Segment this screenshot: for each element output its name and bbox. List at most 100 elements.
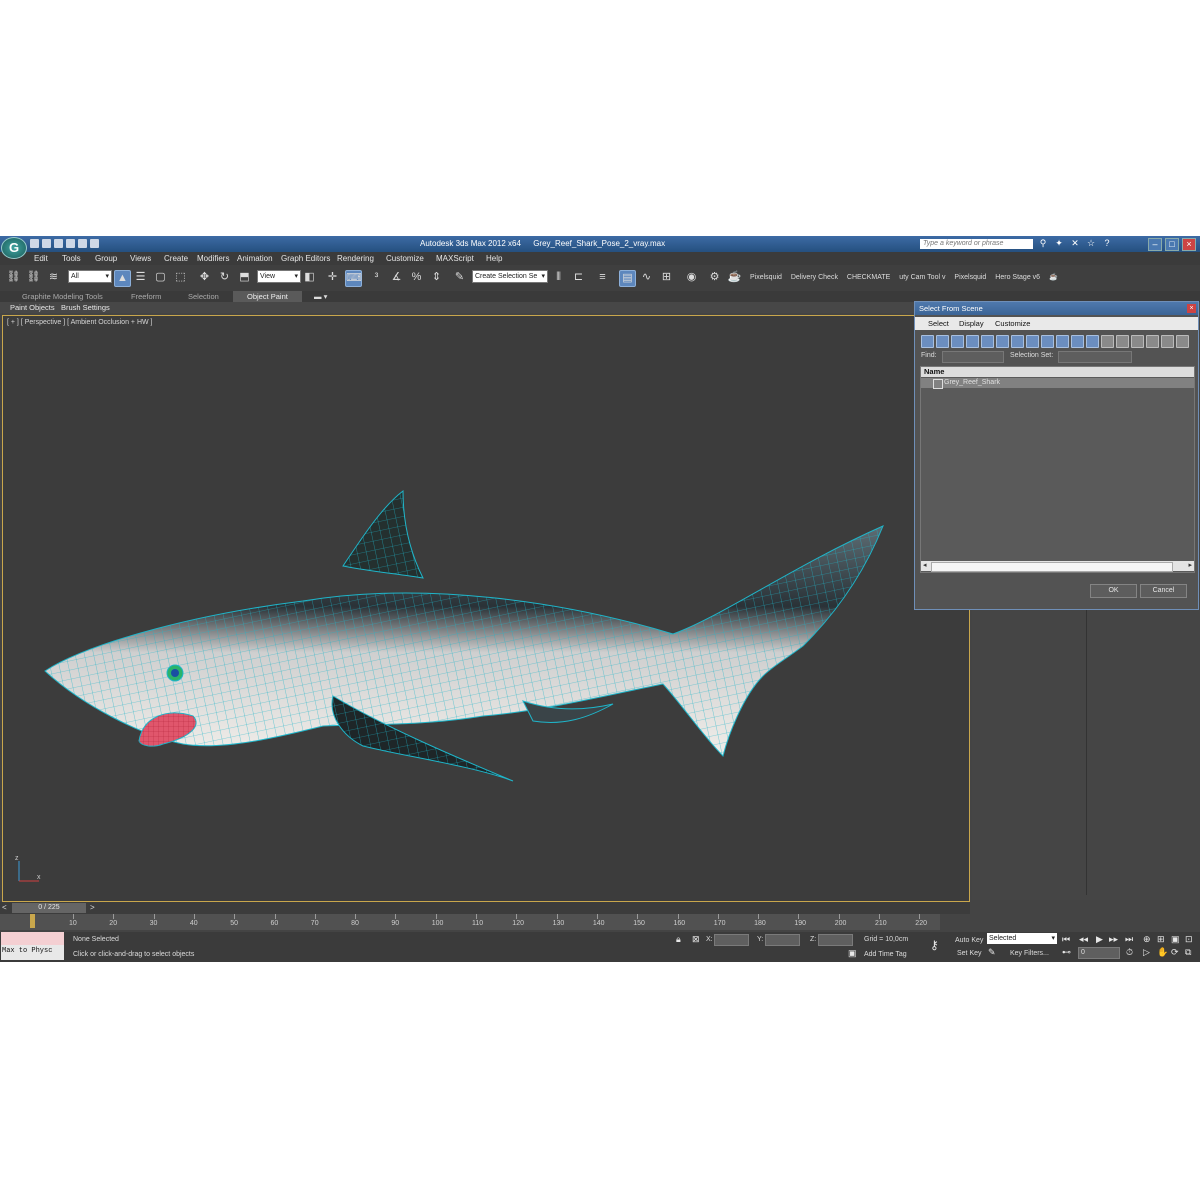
- unlink-icon[interactable]: ⛓: [26, 270, 41, 285]
- time-config-icon[interactable]: ⏱: [1126, 947, 1133, 958]
- display-geometry-icon[interactable]: [921, 335, 934, 348]
- brush-settings-panel[interactable]: Brush Settings: [61, 302, 110, 313]
- goto-start-icon[interactable]: ⏮: [1062, 934, 1070, 945]
- material-editor-icon[interactable]: ◉: [684, 270, 699, 285]
- save-icon[interactable]: [54, 239, 63, 248]
- menu-customize[interactable]: Customize: [386, 254, 424, 263]
- plugin-pixelsquid[interactable]: Pixelsquid: [750, 274, 782, 281]
- ok-button[interactable]: OK: [1090, 584, 1137, 598]
- minimize-icon[interactable]: –: [1148, 238, 1162, 251]
- filter-icon[interactable]: [1161, 335, 1174, 348]
- help-search-input[interactable]: Type a keyword or phrase: [920, 239, 1033, 249]
- dialog-menu-customize[interactable]: Customize: [995, 319, 1030, 328]
- graphite-ribbon-icon[interactable]: ▤: [619, 270, 636, 287]
- select-move-icon[interactable]: ✥: [197, 270, 212, 285]
- scene-object-list[interactable]: Name Grey_Reef_Shark ◂ ▸: [920, 366, 1195, 573]
- help-icon[interactable]: ?: [1102, 238, 1112, 248]
- selection-set-dropdown[interactable]: [1058, 351, 1132, 363]
- key-mode-dropdown[interactable]: Selected: [987, 933, 1057, 944]
- time-prev-arrow[interactable]: <: [2, 903, 7, 913]
- shark-model[interactable]: [3, 316, 969, 901]
- pan-icon[interactable]: ✋: [1157, 947, 1168, 958]
- zoom-extents-all-icon[interactable]: ⊡: [1185, 934, 1193, 945]
- link-icon[interactable]: ⛓: [6, 270, 21, 285]
- project-folder-icon[interactable]: [90, 239, 99, 248]
- list-header-name[interactable]: Name: [921, 367, 1194, 377]
- time-next-arrow[interactable]: >: [90, 903, 95, 913]
- select-scale-icon[interactable]: ⬒: [237, 270, 252, 285]
- selection-filter-dropdown[interactable]: All: [68, 270, 112, 283]
- tab-selection[interactable]: Selection: [174, 291, 233, 302]
- align-icon[interactable]: ⊏: [571, 270, 586, 285]
- menu-maxscript[interactable]: MAXScript: [436, 254, 474, 263]
- display-xrefs-icon[interactable]: [1026, 335, 1039, 348]
- maximize-viewport-icon[interactable]: ⧉: [1185, 947, 1191, 958]
- menu-help[interactable]: Help: [486, 254, 502, 263]
- app-logo-icon[interactable]: G: [1, 237, 27, 259]
- menu-group[interactable]: Group: [95, 254, 117, 263]
- display-invert-icon[interactable]: [1131, 335, 1144, 348]
- teapot-icon[interactable]: ☕: [1049, 274, 1058, 281]
- zoom-extents-icon[interactable]: ▣: [1171, 934, 1180, 945]
- edit-named-selection-icon[interactable]: ✎: [452, 270, 467, 285]
- scroll-thumb[interactable]: [931, 562, 1173, 572]
- display-none-icon[interactable]: [1116, 335, 1129, 348]
- goto-end-icon[interactable]: ⏭: [1125, 934, 1133, 945]
- dialog-close-icon[interactable]: ×: [1187, 304, 1196, 313]
- close-icon[interactable]: ×: [1182, 238, 1196, 251]
- find-input[interactable]: [942, 351, 1004, 363]
- reference-coordinate-dropdown[interactable]: View: [257, 270, 301, 283]
- tab-freeform[interactable]: Freeform: [117, 291, 175, 302]
- display-bones-icon[interactable]: [1041, 335, 1054, 348]
- maximize-icon[interactable]: □: [1165, 238, 1179, 251]
- communication-icon[interactable]: ✕: [1070, 238, 1080, 248]
- current-frame-field[interactable]: 0: [1078, 947, 1120, 959]
- binoculars-icon[interactable]: ⚲: [1038, 238, 1048, 248]
- display-hidden-icon[interactable]: [1086, 335, 1099, 348]
- tab-graphite-modeling-tools[interactable]: Graphite Modeling Tools: [8, 291, 117, 302]
- set-key-icon[interactable]: ⚷: [930, 938, 939, 952]
- plugin-delivery-check[interactable]: Delivery Check: [791, 274, 838, 281]
- menu-animation[interactable]: Animation: [237, 254, 273, 263]
- field-of-view-icon[interactable]: ▷: [1143, 947, 1150, 958]
- menu-modifiers[interactable]: Modifiers: [197, 254, 229, 263]
- key-mode-toggle-icon[interactable]: ⊷: [1062, 947, 1071, 958]
- scroll-left-icon[interactable]: ◂: [923, 561, 927, 571]
- display-spacewarps-icon[interactable]: [996, 335, 1009, 348]
- zoom-icon[interactable]: ⊕: [1143, 934, 1151, 945]
- mirror-icon[interactable]: ⫴: [551, 270, 566, 285]
- key-filter-icon[interactable]: ✎: [988, 947, 996, 958]
- display-lights-icon[interactable]: [951, 335, 964, 348]
- next-frame-icon[interactable]: ▸▸: [1109, 934, 1118, 945]
- y-coordinate-field[interactable]: [765, 934, 800, 946]
- rectangular-selection-icon[interactable]: ▢: [153, 270, 168, 285]
- plugin-checkmate[interactable]: CHECKMATE: [847, 274, 890, 281]
- display-groups-icon[interactable]: [1011, 335, 1024, 348]
- open-file-icon[interactable]: [42, 239, 51, 248]
- window-crossing-icon[interactable]: ⬚: [173, 270, 188, 285]
- previous-frame-icon[interactable]: ◂◂: [1079, 934, 1088, 945]
- redo-icon[interactable]: [78, 239, 87, 248]
- named-selection-dropdown[interactable]: Create Selection Se: [472, 270, 548, 283]
- layer-manager-icon[interactable]: ≡: [595, 270, 610, 285]
- favorites-icon[interactable]: ☆: [1086, 238, 1096, 248]
- time-slider-thumb[interactable]: 0 / 225: [12, 903, 86, 913]
- select-object-icon[interactable]: ▲: [114, 270, 131, 287]
- sort-icon[interactable]: [1146, 335, 1159, 348]
- display-shapes-icon[interactable]: [936, 335, 949, 348]
- list-item[interactable]: Grey_Reef_Shark: [921, 378, 1194, 389]
- plugin-cam-tool[interactable]: uty Cam Tool v: [899, 274, 945, 281]
- render-setup-icon[interactable]: ⚙: [707, 270, 722, 285]
- scroll-right-icon[interactable]: ▸: [1188, 561, 1192, 571]
- select-manipulate-icon[interactable]: ✛: [325, 270, 340, 285]
- new-file-icon[interactable]: [30, 239, 39, 248]
- plugin-hero-stage[interactable]: Hero Stage v6: [995, 274, 1040, 281]
- dialog-menu-display[interactable]: Display: [959, 319, 984, 328]
- play-icon[interactable]: ▶: [1096, 934, 1103, 945]
- menu-edit[interactable]: Edit: [34, 254, 48, 263]
- filter-options-icon[interactable]: [1176, 335, 1189, 348]
- transform-mode-icon[interactable]: ⊠: [692, 934, 700, 945]
- set-key-button[interactable]: Set Key: [957, 950, 982, 957]
- tab-object-paint[interactable]: Object Paint: [233, 291, 302, 302]
- menu-tools[interactable]: Tools: [62, 254, 81, 263]
